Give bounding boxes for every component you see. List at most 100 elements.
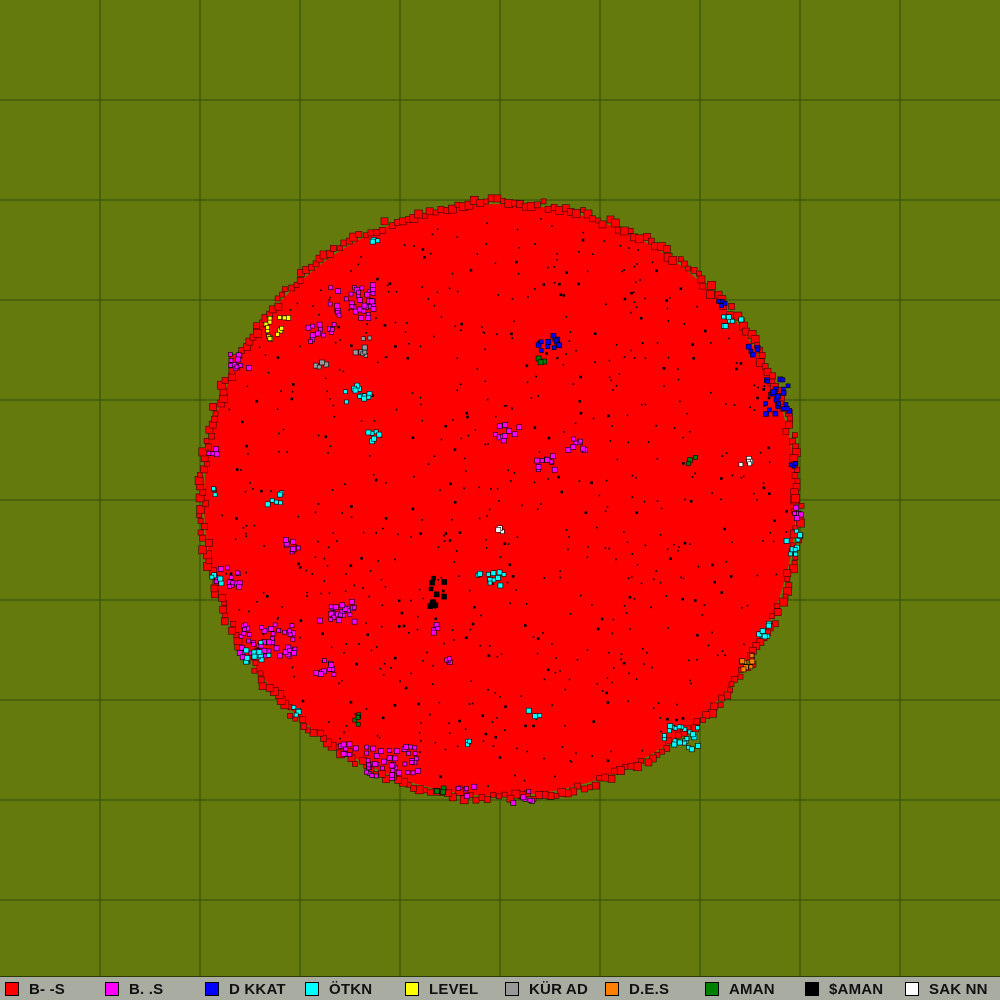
speck — [785, 531, 788, 533]
speck — [689, 679, 691, 682]
cyan-unit — [477, 570, 483, 577]
magenta-unit — [471, 783, 478, 790]
magenta-unit — [381, 758, 388, 765]
speck — [666, 307, 669, 310]
speck — [355, 662, 358, 666]
legend-item-gray[interactable]: KÜR AD — [505, 980, 588, 998]
magenta-unit — [340, 741, 347, 748]
legend-item-white[interactable]: SAK NN — [905, 980, 988, 998]
speck — [601, 690, 604, 692]
cyan-unit — [244, 655, 251, 661]
territory-edge-cell — [476, 199, 485, 207]
speck — [349, 564, 353, 567]
magenta-unit — [539, 458, 545, 464]
speck — [376, 277, 379, 281]
speck — [487, 654, 491, 657]
speck — [277, 616, 279, 619]
speck — [474, 429, 477, 431]
speck — [505, 404, 508, 407]
speck — [486, 398, 489, 401]
magenta-unit — [464, 786, 469, 791]
yellow-unit — [275, 331, 280, 337]
legend-item-magenta[interactable]: B. .S — [105, 980, 163, 998]
speck — [572, 383, 575, 385]
legend-item-red[interactable]: B- -S — [5, 980, 65, 998]
speck — [434, 741, 437, 744]
magenta-unit — [364, 291, 371, 298]
speck — [473, 606, 476, 609]
speck — [365, 622, 367, 624]
speck — [767, 396, 771, 400]
magenta-unit — [410, 770, 416, 776]
speck — [746, 605, 749, 607]
speck — [508, 563, 512, 566]
legend-item-green[interactable]: AMAN — [705, 980, 775, 998]
legend-item-yellow[interactable]: LEVEL — [405, 980, 478, 998]
map-canvas[interactable] — [0, 0, 1000, 976]
legend-item-cyan[interactable]: ÖTKN — [305, 980, 372, 998]
cyan-unit — [269, 498, 275, 503]
territory-edge-cell — [197, 529, 204, 536]
gray-unit — [360, 336, 366, 342]
territory-edge-cell — [211, 415, 218, 423]
magenta-unit — [339, 602, 346, 609]
speck — [240, 469, 242, 471]
speck — [439, 775, 442, 778]
speck — [606, 759, 610, 763]
speck — [463, 487, 465, 490]
speck — [606, 677, 609, 679]
speck — [329, 296, 331, 299]
speck — [312, 305, 314, 307]
magenta-unit — [464, 793, 470, 799]
speck — [586, 649, 589, 651]
territory-edge-cell — [668, 255, 678, 265]
speck — [628, 672, 630, 675]
speck — [635, 511, 639, 514]
speck — [610, 379, 612, 382]
magenta-unit — [289, 623, 295, 628]
speck — [600, 617, 604, 621]
speck — [533, 481, 536, 484]
speck — [437, 579, 440, 581]
speck — [381, 716, 385, 720]
cyan-unit — [738, 316, 745, 323]
speck — [499, 696, 501, 698]
blue-unit — [772, 410, 779, 417]
speck — [443, 534, 445, 537]
magenta-unit — [230, 580, 236, 586]
legend-item-orange[interactable]: D.E.S — [605, 980, 669, 998]
speck — [421, 286, 423, 288]
speck — [677, 378, 680, 381]
legend-item-black[interactable]: $AMAN — [805, 980, 883, 998]
territory-edge-cell — [571, 209, 581, 218]
territory-edge-cell — [352, 761, 358, 767]
speck — [417, 615, 419, 618]
legend-item-blue[interactable]: D KKAT — [205, 980, 286, 998]
cyan-unit — [537, 713, 543, 718]
territory-edge-cell — [769, 372, 776, 380]
speck — [524, 724, 527, 728]
magenta-unit — [331, 322, 337, 327]
territory-edge-cell — [432, 209, 439, 216]
speck — [453, 561, 456, 563]
speck — [631, 496, 634, 498]
speck — [635, 281, 637, 283]
cyan-unit — [695, 725, 700, 731]
magenta-unit — [544, 456, 551, 463]
speck — [299, 636, 301, 639]
speck — [620, 658, 622, 661]
legend-label: ÖTKN — [329, 980, 373, 998]
speck — [559, 576, 562, 579]
speck — [557, 475, 560, 479]
speck — [608, 547, 610, 550]
legend-swatch — [805, 982, 819, 996]
legend-swatch — [5, 982, 19, 996]
game-map[interactable] — [0, 0, 1000, 976]
speck — [509, 602, 512, 605]
magenta-unit — [358, 315, 364, 321]
speck — [429, 713, 431, 716]
speck — [578, 480, 581, 482]
magenta-unit — [369, 298, 375, 305]
speck — [769, 532, 772, 534]
speck — [484, 348, 486, 351]
